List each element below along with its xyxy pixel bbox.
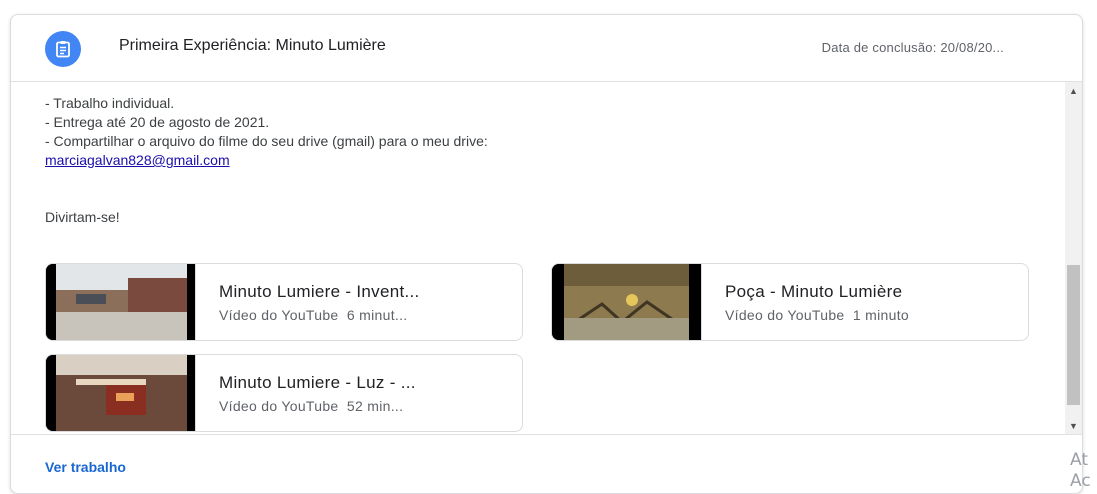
attachment-subtitle: Vídeo do YouTube 1 minuto bbox=[725, 307, 1015, 323]
assignment-body: - Trabalho individual. - Entrega até 20 … bbox=[11, 82, 1082, 434]
description-line: - Compartilhar o arquivo do filme do seu… bbox=[45, 133, 488, 149]
attachment-duration: 6 minut... bbox=[346, 307, 408, 323]
attachment-subtitle: Vídeo do YouTube 6 minut... bbox=[219, 307, 509, 323]
attachment-source: Vídeo do YouTube bbox=[725, 307, 845, 323]
view-assignment-link[interactable]: Ver trabalho bbox=[45, 459, 126, 475]
video-thumbnail bbox=[46, 264, 196, 340]
attachment-duration: 52 min... bbox=[346, 398, 404, 414]
assignment-title[interactable]: Primeira Experiência: Minuto Lumière bbox=[119, 37, 386, 55]
assignment-footer: Ver trabalho bbox=[11, 434, 1082, 493]
attachment-source: Vídeo do YouTube bbox=[219, 307, 339, 323]
attachment-title: Minuto Lumiere - Invent... bbox=[219, 282, 420, 301]
video-thumbnail bbox=[46, 355, 196, 431]
scroll-down-arrow-icon[interactable]: ▼ bbox=[1065, 417, 1082, 434]
due-date: Data de conclusão: 20/08/20... bbox=[821, 40, 1004, 55]
assignment-card: Primeira Experiência: Minuto Lumière Dat… bbox=[10, 14, 1083, 494]
assignment-header[interactable]: Primeira Experiência: Minuto Lumière Dat… bbox=[11, 15, 1082, 82]
attachment-card[interactable]: Minuto Lumiere - Invent... Vídeo do YouT… bbox=[45, 263, 523, 341]
closing-text: Divirtam-se! bbox=[45, 209, 120, 225]
assignment-icon bbox=[45, 31, 81, 67]
video-thumbnail bbox=[552, 264, 702, 340]
assignment-description: - Trabalho individual. - Entrega até 20 … bbox=[45, 94, 1025, 227]
scrollbar-thumb[interactable] bbox=[1067, 265, 1080, 405]
attachment-card[interactable]: Poça - Minuto Lumière Vídeo do YouTube 1… bbox=[551, 263, 1029, 341]
attachment-title: Minuto Lumiere - Luz - ... bbox=[219, 373, 416, 392]
description-line: - Trabalho individual. bbox=[45, 95, 175, 111]
attachment-card[interactable]: Minuto Lumiere - Luz - ... Vídeo do YouT… bbox=[45, 354, 523, 432]
attachment-list: Minuto Lumiere - Invent... Vídeo do YouT… bbox=[45, 263, 1029, 434]
attachment-duration: 1 minuto bbox=[852, 307, 909, 323]
scroll-up-arrow-icon[interactable]: ▲ bbox=[1065, 82, 1082, 99]
vertical-scrollbar[interactable]: ▲ ▼ bbox=[1065, 82, 1082, 434]
attachment-source: Vídeo do YouTube bbox=[219, 398, 339, 414]
attachment-subtitle: Vídeo do YouTube 52 min... bbox=[219, 398, 509, 414]
description-line: - Entrega até 20 de agosto de 2021. bbox=[45, 114, 270, 130]
email-link[interactable]: marciagalvan828@gmail.com bbox=[45, 152, 230, 168]
attachment-title: Poça - Minuto Lumière bbox=[725, 282, 903, 301]
activation-watermark: At Ac bbox=[1070, 450, 1091, 491]
